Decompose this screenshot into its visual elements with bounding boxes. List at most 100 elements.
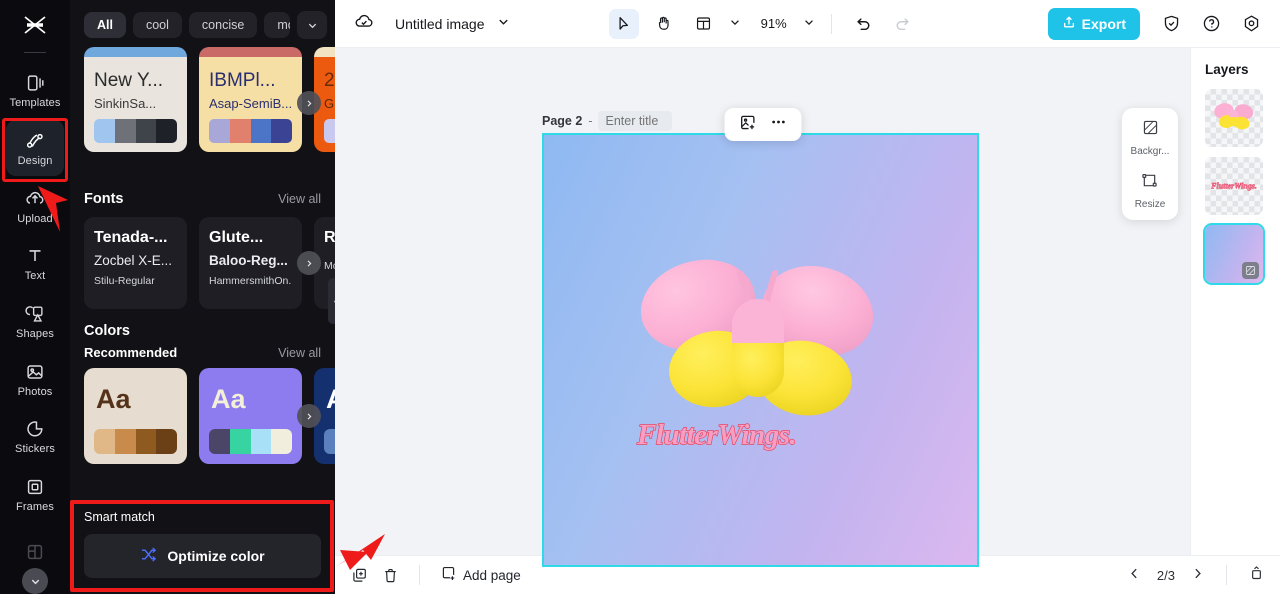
color-next-arrow[interactable] [297, 404, 321, 428]
template-font-line-2: Asap-SemiB... [209, 95, 292, 111]
fonts-view-all-link[interactable]: View all [278, 192, 321, 206]
template-card[interactable]: IBMPl... Asap-SemiB... [199, 47, 302, 152]
template-card-top [314, 47, 335, 57]
font-name-3: Mor [324, 260, 335, 272]
sidebar-item-label: Stickers [15, 443, 55, 456]
palette-swatches [94, 429, 177, 454]
add-page-button[interactable]: Add page [440, 565, 521, 585]
redo-button[interactable] [888, 9, 918, 39]
template-font-line-2: Gro [324, 95, 335, 111]
image-plus-icon[interactable] [738, 113, 757, 137]
palette-swatches [324, 429, 335, 454]
resize-tool-button[interactable]: Resize [1134, 171, 1166, 210]
sidebar-item-text[interactable]: Text [6, 236, 64, 292]
optimize-color-label: Optimize color [167, 548, 265, 564]
sidebar-item-label: Design [17, 154, 53, 167]
template-font-line-1: New Y... [94, 71, 164, 91]
font-carousel: Tenada-... Zocbel X-E... Stilu-Regular G… [70, 217, 335, 309]
smart-match-title: Smart match [84, 510, 155, 524]
export-button[interactable]: Export [1047, 7, 1140, 40]
chip-concise[interactable]: concise [188, 12, 258, 38]
font-card[interactable]: Tenada-... Zocbel X-E... Stilu-Regular [84, 217, 187, 309]
sidebar-item-frames[interactable]: Frames [6, 467, 64, 523]
optimize-color-button[interactable]: Optimize color [84, 534, 321, 578]
side-tool-label: Resize [1134, 199, 1166, 210]
colors-view-all-link[interactable]: View all [278, 346, 321, 360]
font-name-3: Stilu-Regular [94, 275, 155, 287]
select-tool-button[interactable] [608, 8, 639, 39]
background-icon [1141, 118, 1160, 142]
layers-panel: Layers FlutterWings. [1190, 48, 1280, 555]
font-name-3: HammersmithOn... [209, 275, 292, 287]
template-card[interactable]: New Y... SinkinSa... [84, 47, 187, 152]
sidebar-item-shapes[interactable]: Shapes [6, 294, 64, 350]
undo-button[interactable] [848, 9, 878, 39]
section-title: Colors [84, 323, 130, 339]
add-page-label: Add page [463, 567, 521, 583]
chip-all[interactable]: All [84, 12, 126, 38]
template-font-line-1: IBMPl... [209, 71, 276, 91]
template-font-line-1: 2Y [324, 71, 335, 91]
font-card[interactable]: Glute... Baloo-Reg... HammersmithOn... [199, 217, 302, 309]
panel-collapse-handle[interactable] [328, 278, 335, 324]
sidebar-item-templates[interactable]: Templates [6, 63, 64, 119]
more-horizontal-icon[interactable] [769, 113, 787, 136]
page-title-input[interactable] [598, 111, 673, 131]
color-carousel: Aa Aa A [70, 368, 335, 464]
sidebar-item-label: Photos [17, 385, 53, 398]
sidebar-item-stickers[interactable]: Stickers [6, 409, 64, 465]
font-name-1: Glute... [209, 229, 264, 246]
design-panel: All cool concise modern New Y... SinkinSa… [70, 0, 335, 594]
chevron-down-icon[interactable] [497, 15, 510, 33]
chevron-down-icon[interactable] [803, 15, 815, 33]
prev-page-button[interactable] [1128, 567, 1141, 583]
settings-icon[interactable] [1236, 9, 1266, 39]
color-palette-card[interactable]: Aa [84, 368, 187, 464]
chevron-down-icon[interactable] [297, 11, 328, 39]
canvas-viewport[interactable]: Page 2 - Enter title FlutterWings. Backg… [335, 48, 1190, 567]
document-title[interactable]: Untitled image [395, 16, 485, 32]
sidebar-item-upload[interactable]: Upload [6, 178, 64, 234]
template-next-arrow[interactable] [297, 91, 321, 115]
template-swatches [209, 119, 292, 143]
next-page-button[interactable] [1191, 567, 1204, 583]
chevron-down-icon[interactable] [729, 15, 741, 33]
color-palette-card[interactable]: Aa [199, 368, 302, 464]
sidebar-item-photos[interactable]: Photos [6, 351, 64, 407]
sidebar-item-more[interactable] [6, 524, 64, 580]
artwork-title-text[interactable]: FlutterWings. [636, 418, 797, 452]
artboard[interactable]: FlutterWings. [542, 133, 979, 567]
delete-page-button[interactable] [382, 567, 399, 584]
font-next-arrow[interactable] [297, 251, 321, 275]
template-swatches [94, 119, 177, 143]
colors-section-header: Colors [70, 309, 335, 343]
chip-modern[interactable]: modern [264, 12, 291, 38]
layout-tool-button[interactable] [689, 9, 719, 39]
shield-icon[interactable] [1156, 9, 1186, 39]
background-icon [1242, 262, 1259, 279]
page-navigator: 2/3 [1128, 565, 1264, 585]
font-name-1: Ru [324, 229, 335, 246]
rail-divider [24, 51, 46, 53]
sidebar-item-label: Templates [9, 97, 61, 110]
expand-panel-button[interactable] [1249, 566, 1264, 584]
resize-icon [1140, 171, 1159, 195]
duplicate-page-button[interactable] [351, 567, 368, 584]
export-icon [1062, 15, 1076, 32]
cloud-saved-icon[interactable] [353, 10, 375, 37]
sidebar-item-design[interactable]: Design [6, 120, 64, 177]
page-indicator: 2/3 [1156, 567, 1175, 583]
layer-item-butterfly[interactable] [1205, 89, 1263, 147]
font-name-2: Baloo-Reg... [209, 253, 288, 268]
capcut-logo-icon[interactable] [0, 4, 70, 46]
export-label: Export [1081, 15, 1126, 32]
background-tool-button[interactable]: Backgr... [1131, 118, 1169, 157]
layer-item-background[interactable] [1203, 223, 1265, 285]
chip-cool[interactable]: cool [132, 12, 182, 38]
hand-tool-button[interactable] [649, 9, 679, 39]
zoom-level-value: 91% [760, 16, 787, 31]
template-carousel: New Y... SinkinSa... IBMPl... Asap-SemiB...… [70, 47, 335, 177]
help-icon[interactable] [1196, 9, 1226, 39]
canvas-side-tools: Backgr... Resize [1122, 108, 1178, 220]
layer-item-text[interactable]: FlutterWings. [1205, 157, 1263, 215]
